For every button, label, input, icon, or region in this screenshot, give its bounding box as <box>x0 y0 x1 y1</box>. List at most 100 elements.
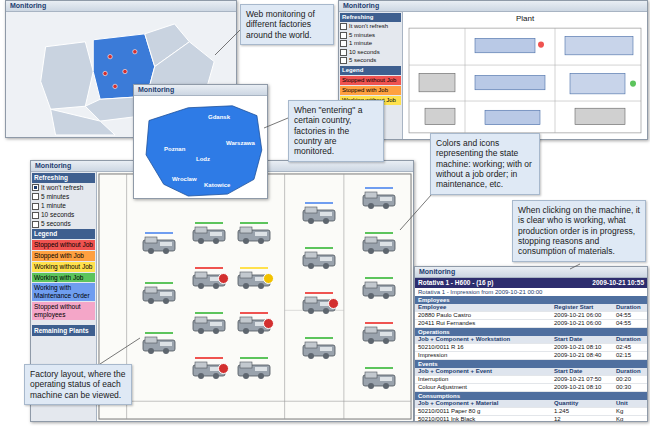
factory-pin-icon[interactable] <box>103 71 107 75</box>
machine[interactable] <box>192 267 226 290</box>
machine[interactable] <box>302 337 336 360</box>
table-row[interactable]: Impression2009-10-21 08:4002:15 <box>415 352 647 360</box>
machine[interactable] <box>237 357 271 380</box>
machine[interactable] <box>237 267 271 290</box>
checkbox[interactable] <box>340 40 347 47</box>
table-header: Job + Component + WorkstationStart DateD… <box>415 336 647 344</box>
machine[interactable] <box>237 222 271 245</box>
refresh-option[interactable]: It won't refresh <box>340 23 401 31</box>
section-title: Employees <box>415 296 647 304</box>
machine[interactable] <box>142 282 176 305</box>
table-row[interactable]: Interruption2009-10-21 07:5000:20 <box>415 376 647 384</box>
legend-item: Working with Job <box>32 273 95 283</box>
checkbox[interactable] <box>32 203 39 210</box>
table-row[interactable]: 50210/0011 R 162009-10-21 08:1002:45 <box>415 344 647 352</box>
machine[interactable] <box>362 277 396 300</box>
remaining-plants-button[interactable]: Remaining Plants <box>32 325 95 337</box>
table-row[interactable]: 20411 Rui Fernandes2009-10-21 06:0004:55 <box>415 320 647 328</box>
city-label[interactable]: Warszawa <box>226 140 255 147</box>
machine[interactable] <box>192 357 226 380</box>
checkbox[interactable] <box>340 49 347 56</box>
legend-item: Working with Maintenance Order <box>32 283 95 301</box>
status-bar <box>145 232 173 234</box>
status-bar <box>305 337 333 339</box>
section-title: Consumptions <box>415 392 647 400</box>
stop-badge-icon <box>263 273 274 284</box>
legend-header: Legend <box>32 229 95 239</box>
legend-item: Stopped with Job <box>32 251 95 261</box>
refresh-option[interactable]: 5 minutes <box>32 193 95 201</box>
detail-section: EventsJob + Component + EventStart DateD… <box>415 360 647 392</box>
checkbox[interactable] <box>32 184 39 191</box>
window-title: Monitoring <box>134 85 267 96</box>
city-label[interactable]: Katowice <box>204 182 230 189</box>
refresh-option[interactable]: It won't refresh <box>32 184 95 192</box>
detail-section: ConsumptionsJob + Component + MaterialQu… <box>415 392 647 422</box>
status-bar <box>195 267 223 269</box>
machine[interactable] <box>142 232 176 255</box>
machine[interactable] <box>362 187 396 210</box>
checkbox[interactable] <box>32 193 39 200</box>
section-title: Operations <box>415 328 647 336</box>
refresh-option[interactable]: 1 minute <box>32 202 95 210</box>
status-bar <box>195 312 223 314</box>
machine[interactable] <box>142 332 176 355</box>
city-label[interactable]: Lodz <box>196 156 210 163</box>
press-machine-icon <box>302 250 336 270</box>
country-monitoring-window: Monitoring Gdansk Poznan Lodz Warszawa Wrocla… <box>133 84 268 199</box>
press-machine-icon <box>302 205 336 225</box>
status-bar <box>195 222 223 224</box>
machine[interactable] <box>302 202 336 225</box>
checkbox[interactable] <box>32 221 39 228</box>
status-bar <box>145 282 173 284</box>
table-row[interactable]: 50210/0011 Ink Black12Kg <box>415 416 647 422</box>
machine[interactable] <box>362 322 396 345</box>
machine[interactable] <box>362 232 396 255</box>
factory-pin-icon[interactable] <box>133 50 137 54</box>
factory-pin-icon[interactable] <box>113 84 117 88</box>
checkbox[interactable] <box>340 32 347 39</box>
table-row[interactable]: 20880 Paulo Castro2009-10-21 06:0004:55 <box>415 312 647 320</box>
machine[interactable] <box>237 312 271 335</box>
window-title: Monitoring <box>339 1 647 12</box>
table-row[interactable]: 50210/0011 Paper 80 g1.245Kg <box>415 408 647 416</box>
checkbox[interactable] <box>340 23 347 30</box>
press-machine-icon <box>192 225 226 245</box>
legend-item: Stopped with Job <box>340 86 401 95</box>
machine[interactable] <box>362 367 396 390</box>
factory-pin-icon[interactable] <box>123 69 127 73</box>
machine[interactable] <box>302 292 336 315</box>
legend-item: Stopped without employees <box>32 302 95 320</box>
detail-section: OperationsJob + Component + WorkstationS… <box>415 328 647 360</box>
machine[interactable] <box>192 312 226 335</box>
status-bar <box>240 357 268 359</box>
checkbox[interactable] <box>32 212 39 219</box>
machine[interactable] <box>192 222 226 245</box>
status-bar <box>305 247 333 249</box>
refresh-option[interactable]: 1 minute <box>340 40 401 48</box>
refresh-option[interactable]: 10 seconds <box>340 49 401 57</box>
country-shape[interactable] <box>51 109 115 135</box>
city-label[interactable]: Poznan <box>164 146 185 153</box>
machine[interactable] <box>302 247 336 270</box>
refresh-option[interactable]: 5 seconds <box>340 57 401 65</box>
stop-badge-icon <box>263 318 274 329</box>
table-row[interactable]: Colour Adjustment2009-10-21 08:1000:30 <box>415 384 647 392</box>
table-header: Job + Component + MaterialQuantityUnit <box>415 400 647 408</box>
refreshing-header: Refreshing <box>340 13 401 22</box>
refresh-option[interactable]: 5 seconds <box>32 220 95 228</box>
country-shape[interactable] <box>41 42 94 109</box>
callout: Colors and icons representing the state … <box>430 133 540 195</box>
factory-pin-icon[interactable] <box>108 54 112 58</box>
legend-item: Working without Job <box>32 262 95 272</box>
city-label[interactable]: Gdansk <box>208 114 230 121</box>
city-label[interactable]: Wroclaw <box>172 176 197 183</box>
refresh-option[interactable]: 10 seconds <box>32 211 95 219</box>
refreshing-header: Refreshing <box>32 173 95 183</box>
plant-monitoring-window: MonitoringRefreshingIt won't refresh5 mi… <box>338 0 648 140</box>
status-bar <box>365 322 393 324</box>
press-machine-icon <box>192 315 226 335</box>
press-machine-icon <box>142 235 176 255</box>
checkbox[interactable] <box>340 57 347 64</box>
refresh-option[interactable]: 5 minutes <box>340 32 401 40</box>
